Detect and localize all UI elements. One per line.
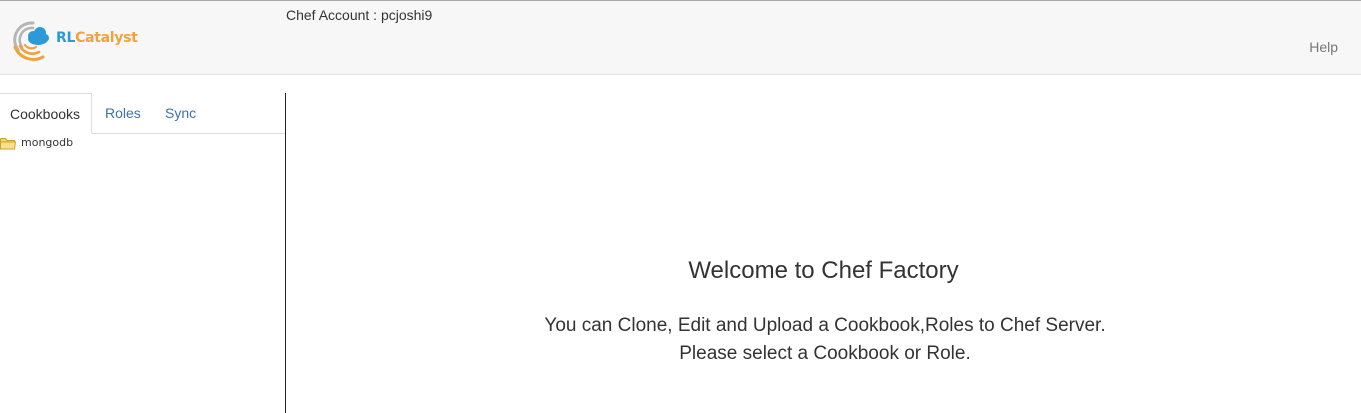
rlcatalyst-logo[interactable]: RLCatalyst (11, 17, 138, 61)
logo-text-catalyst: Catalyst (75, 30, 138, 46)
chef-account-label: Chef Account : pcjoshi9 (286, 7, 433, 23)
header-bar: RLCatalyst Chef Account : pcjoshi9 Help (0, 1, 1361, 75)
sidebar: Cookbooks Roles Sync mongodb (0, 93, 286, 413)
welcome-message: You can Clone, Edit and Upload a Cookboo… (286, 312, 1361, 368)
tab-cookbooks[interactable]: Cookbooks (0, 93, 92, 134)
welcome-title: Welcome to Chef Factory (688, 257, 959, 284)
main-content: Welcome to Chef Factory You can Clone, E… (286, 93, 1361, 413)
logo-wordmark: RLCatalyst (56, 30, 138, 46)
tree-item-label: mongodb (21, 136, 74, 149)
help-link[interactable]: Help (1309, 39, 1338, 55)
folder-icon (0, 138, 16, 150)
welcome-line-2: Please select a Cookbook or Role. (679, 343, 971, 364)
chef-factory-page: RLCatalyst Chef Account : pcjoshi9 Help … (0, 0, 1361, 413)
rlcatalyst-logo-icon (13, 21, 49, 61)
sidebar-tabs: Cookbooks Roles Sync (0, 93, 285, 134)
tab-roles[interactable]: Roles (105, 93, 141, 133)
tab-sync[interactable]: Sync (165, 93, 196, 133)
welcome-line-1: You can Clone, Edit and Upload a Cookboo… (544, 315, 1106, 336)
logo-text-rl: RL (56, 30, 76, 46)
